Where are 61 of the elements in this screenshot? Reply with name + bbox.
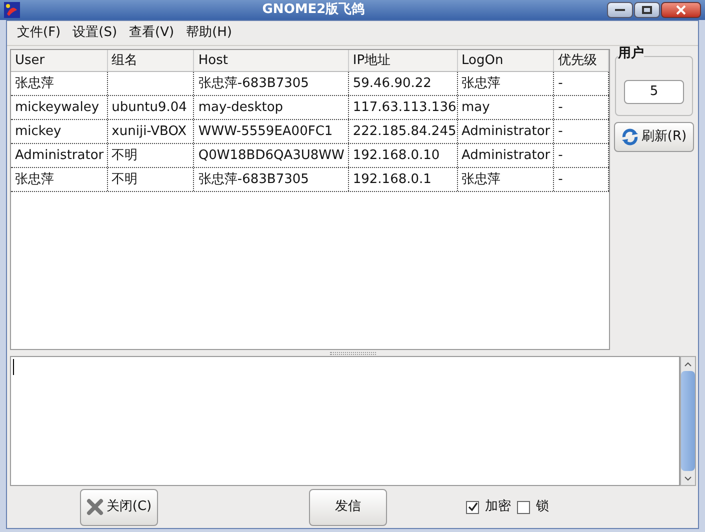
app-icon <box>4 2 20 18</box>
group-title: 用户 <box>618 47 644 60</box>
table-cell-text: 张忠萍-683B7305 <box>198 74 309 93</box>
column-header[interactable]: 组名 <box>108 50 194 71</box>
table-cell-text: 不明 <box>112 146 138 165</box>
checkbox[interactable] <box>466 500 479 514</box>
table-cell-text: 张忠萍 <box>15 74 54 93</box>
table-cell-text: may-desktop <box>198 98 284 117</box>
table-cell-text: 张忠萍-683B7305 <box>198 170 309 189</box>
minimize-button[interactable] <box>607 2 633 18</box>
table-cell-text: Q0W18BD6QA3U8WW <box>198 146 344 165</box>
close-button[interactable] <box>661 2 701 18</box>
option-label: 加密 <box>485 498 511 516</box>
menu-item[interactable]: 查看(V) <box>123 23 180 43</box>
option-label: 锁 <box>536 498 549 516</box>
refresh-icon <box>621 128 640 146</box>
window-title: GNOME2版飞鸽 <box>261 1 366 20</box>
table-cell-text: 不明 <box>112 170 138 189</box>
table-cell-text: - <box>558 74 563 93</box>
column-header[interactable]: User <box>11 50 108 71</box>
table-cell-text: WWW-5559EA00FC1 <box>198 122 333 141</box>
table-cell-text: - <box>558 170 563 189</box>
table-cell-text: - <box>558 122 563 141</box>
table-cell-text: 192.168.0.10 <box>352 146 440 165</box>
message-field[interactable] <box>10 356 680 486</box>
table-cell-text: 222.185.84.245 <box>352 122 456 141</box>
menu-item[interactable]: 设置(S) <box>66 23 124 43</box>
table-cell-text: ubuntu9.04 <box>112 98 187 117</box>
menu-item[interactable]: 帮助(H) <box>180 23 238 43</box>
table-cell-text: 张忠萍 <box>462 74 500 93</box>
column-header[interactable]: Host <box>194 50 349 71</box>
table-cell-text: 192.168.0.1 <box>352 170 432 189</box>
send-button[interactable]: 发信 <box>309 488 387 526</box>
menu-item[interactable]: 文件(F) <box>11 23 67 43</box>
maximize-button[interactable] <box>634 2 660 18</box>
table-cell-text: - <box>558 98 563 117</box>
table-cell-text: mickeywaley <box>15 98 100 117</box>
table-cell-text: 59.46.90.22 <box>352 74 432 93</box>
column-header[interactable]: LogOn <box>458 50 554 71</box>
table-cell-text: 张忠萍 <box>462 170 500 189</box>
close-dialog-button[interactable]: 关闭(C) <box>80 488 158 526</box>
table-cell-text: xuniji-VBOX <box>112 122 186 141</box>
table-cell-text: - <box>558 146 563 165</box>
column-header[interactable]: 优先级 <box>554 50 609 71</box>
table-cell-text: Administrator <box>15 146 104 165</box>
table-cell-text: Administrator <box>462 122 550 141</box>
table-cell-text: mickey <box>15 122 62 141</box>
pane-handle[interactable] <box>330 352 376 354</box>
table-cell-text: may <box>462 98 490 117</box>
scroll-down-icon <box>684 476 692 480</box>
count-field[interactable]: 5 <box>624 80 684 104</box>
scroll-up-icon <box>684 362 692 366</box>
close-icon <box>86 498 104 516</box>
table-cell-text: 117.63.113.136 <box>352 98 456 117</box>
table-cell-text: 张忠萍 <box>15 170 54 189</box>
table-cell-text: Administrator <box>462 146 550 165</box>
close-icon <box>676 5 686 15</box>
scrollbar[interactable] <box>680 356 696 486</box>
column-header[interactable]: IP地址 <box>348 50 458 71</box>
checkbox[interactable] <box>517 500 530 514</box>
refresh-button[interactable]: 刷新(R) <box>614 122 694 152</box>
